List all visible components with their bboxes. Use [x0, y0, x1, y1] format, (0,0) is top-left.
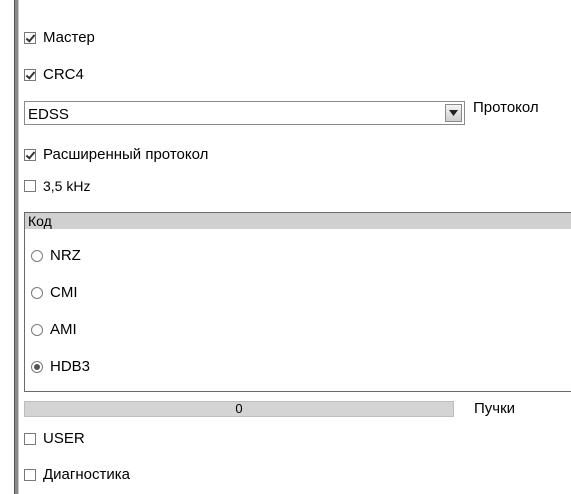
checkbox-extended-protocol-label: Расширенный протокол — [43, 146, 209, 163]
checkbox-user-label: USER — [43, 430, 85, 447]
checkbox-master-label: Мастер — [43, 29, 95, 46]
checkbox-user[interactable]: USER — [24, 430, 85, 447]
radio-hdb3-circle[interactable] — [31, 360, 43, 373]
checkbox-master-box[interactable] — [24, 31, 36, 44]
code-group-title: Код — [25, 213, 571, 229]
checkbox-diagnostics-label: Диагностика — [43, 466, 130, 483]
checkbox-crc4-label: CRC4 — [43, 66, 84, 83]
checkbox-diagnostics-box[interactable] — [24, 468, 36, 481]
radio-cmi-label: CMI — [50, 284, 78, 301]
code-groupbox: Код NRZ CMI AMI HDB3 — [24, 212, 571, 392]
checkbox-master[interactable]: Мастер — [24, 29, 95, 46]
checkbox-diagnostics[interactable]: Диагностика — [24, 466, 130, 483]
checkbox-khz-label: 3,5 kHz — [43, 178, 91, 194]
protocol-select-value: EDSS — [28, 106, 69, 123]
checkbox-user-box[interactable] — [24, 432, 36, 445]
checkbox-khz-box[interactable] — [24, 180, 36, 192]
radio-ami[interactable]: AMI — [31, 321, 77, 338]
radio-nrz-circle[interactable] — [31, 249, 43, 262]
radio-ami-label: AMI — [50, 321, 77, 338]
radio-ami-circle[interactable] — [31, 323, 43, 336]
window-left-edge — [14, 0, 19, 494]
radio-cmi-circle[interactable] — [31, 286, 43, 299]
protocol-select[interactable]: EDSS — [24, 101, 465, 125]
radio-hdb3-label: HDB3 — [50, 358, 91, 375]
radio-cmi[interactable]: CMI — [31, 284, 78, 301]
radio-nrz-label: NRZ — [50, 247, 81, 264]
checkbox-extended-protocol-box[interactable] — [24, 148, 36, 161]
bundles-bar[interactable]: 0 — [24, 401, 454, 417]
protocol-label: Протокол — [473, 99, 539, 116]
radio-nrz[interactable]: NRZ — [31, 247, 81, 264]
radio-hdb3[interactable]: HDB3 — [31, 358, 90, 375]
checkbox-crc4-box[interactable] — [24, 68, 36, 81]
checkbox-crc4[interactable]: CRC4 — [24, 66, 84, 83]
checkbox-khz[interactable]: 3,5 kHz — [24, 178, 90, 194]
checkbox-extended-protocol[interactable]: Расширенный протокол — [24, 146, 208, 163]
bundles-label: Пучки — [474, 400, 516, 417]
dropdown-arrow-icon[interactable] — [445, 104, 462, 122]
